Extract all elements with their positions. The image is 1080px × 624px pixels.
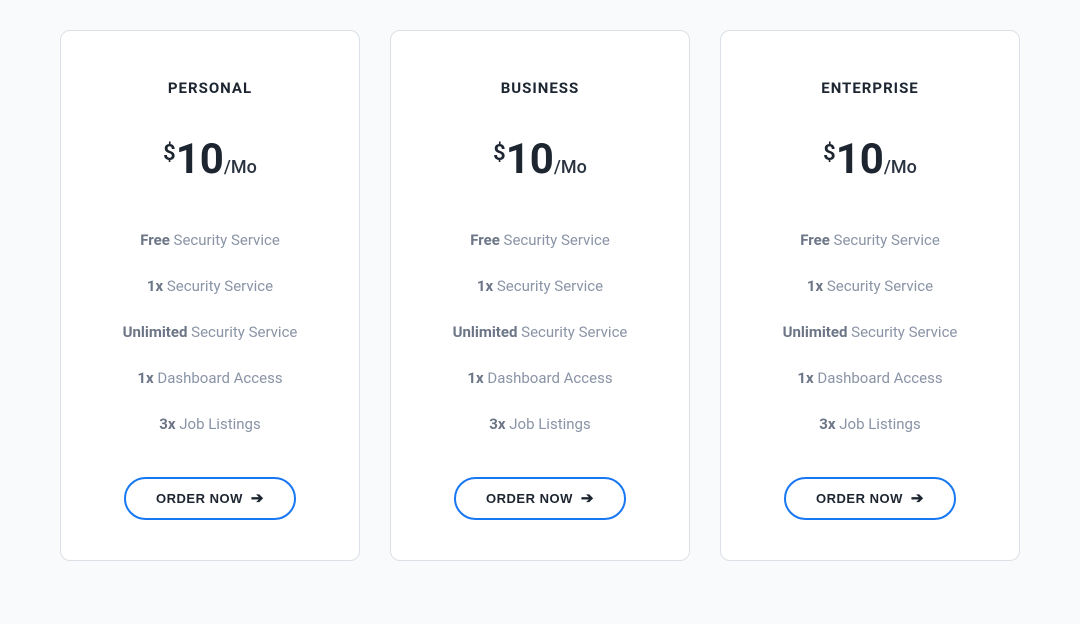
feature-text: Security Service: [170, 231, 280, 249]
feature-list: Free Security Service 1x Security Servic…: [745, 217, 995, 447]
price-period: /Mo: [224, 157, 257, 178]
price-amount: 10: [506, 135, 554, 184]
feature-text: Job Listings: [836, 415, 921, 433]
feature-text: Security Service: [493, 277, 603, 295]
order-now-label: ORDER NOW: [486, 491, 573, 506]
feature-text: Dashboard Access: [154, 369, 283, 387]
feature-text: Security Service: [847, 323, 957, 341]
currency-symbol: $: [163, 141, 176, 166]
plan-name: PERSONAL: [85, 79, 335, 97]
price-period: /Mo: [884, 157, 917, 178]
feature-item: Unlimited Security Service: [85, 309, 335, 355]
pricing-card-personal: PERSONAL $10/Mo Free Security Service 1x…: [60, 30, 360, 561]
pricing-card-enterprise: ENTERPRISE $10/Mo Free Security Service …: [720, 30, 1020, 561]
feature-bold: 1x: [797, 369, 813, 387]
order-now-label: ORDER NOW: [156, 491, 243, 506]
feature-bold: Unlimited: [783, 323, 848, 341]
feature-text: Dashboard Access: [814, 369, 943, 387]
feature-list: Free Security Service 1x Security Servic…: [415, 217, 665, 447]
feature-text: Security Service: [823, 277, 933, 295]
feature-bold: Unlimited: [123, 323, 188, 341]
feature-text: Job Listings: [176, 415, 261, 433]
price: $10/Mo: [85, 139, 335, 181]
feature-item: Unlimited Security Service: [745, 309, 995, 355]
feature-item: 1x Security Service: [415, 263, 665, 309]
feature-bold: 3x: [819, 415, 835, 433]
feature-bold: 1x: [467, 369, 483, 387]
arrow-right-icon: ➔: [911, 491, 924, 506]
order-now-button[interactable]: ORDER NOW ➔: [124, 477, 296, 520]
feature-text: Dashboard Access: [484, 369, 613, 387]
feature-bold: 3x: [489, 415, 505, 433]
price: $10/Mo: [745, 139, 995, 181]
order-now-label: ORDER NOW: [816, 491, 903, 506]
feature-item: Free Security Service: [745, 217, 995, 263]
currency-symbol: $: [823, 141, 836, 166]
feature-item: 3x Job Listings: [415, 401, 665, 447]
price-period: /Mo: [554, 157, 587, 178]
feature-text: Job Listings: [506, 415, 591, 433]
feature-text: Security Service: [187, 323, 297, 341]
feature-item: 1x Dashboard Access: [85, 355, 335, 401]
feature-item: 1x Dashboard Access: [415, 355, 665, 401]
feature-text: Security Service: [517, 323, 627, 341]
feature-text: Security Service: [500, 231, 610, 249]
feature-bold: 1x: [137, 369, 153, 387]
feature-item: 3x Job Listings: [745, 401, 995, 447]
pricing-row: PERSONAL $10/Mo Free Security Service 1x…: [60, 30, 1020, 561]
pricing-card-business: BUSINESS $10/Mo Free Security Service 1x…: [390, 30, 690, 561]
order-now-button[interactable]: ORDER NOW ➔: [784, 477, 956, 520]
plan-name: BUSINESS: [415, 79, 665, 97]
feature-item: Free Security Service: [415, 217, 665, 263]
feature-bold: 1x: [477, 277, 493, 295]
feature-text: Security Service: [163, 277, 273, 295]
plan-name: ENTERPRISE: [745, 79, 995, 97]
price: $10/Mo: [415, 139, 665, 181]
order-now-button[interactable]: ORDER NOW ➔: [454, 477, 626, 520]
feature-item: 1x Dashboard Access: [745, 355, 995, 401]
currency-symbol: $: [493, 141, 506, 166]
feature-bold: Free: [800, 231, 830, 249]
price-amount: 10: [836, 135, 884, 184]
arrow-right-icon: ➔: [251, 491, 264, 506]
feature-item: Free Security Service: [85, 217, 335, 263]
feature-bold: 1x: [147, 277, 163, 295]
feature-item: 3x Job Listings: [85, 401, 335, 447]
feature-item: Unlimited Security Service: [415, 309, 665, 355]
feature-item: 1x Security Service: [745, 263, 995, 309]
price-amount: 10: [176, 135, 224, 184]
feature-item: 1x Security Service: [85, 263, 335, 309]
feature-bold: 1x: [807, 277, 823, 295]
feature-list: Free Security Service 1x Security Servic…: [85, 217, 335, 447]
feature-bold: Free: [470, 231, 500, 249]
feature-bold: Free: [140, 231, 170, 249]
feature-bold: 3x: [159, 415, 175, 433]
feature-bold: Unlimited: [453, 323, 518, 341]
feature-text: Security Service: [830, 231, 940, 249]
arrow-right-icon: ➔: [581, 491, 594, 506]
